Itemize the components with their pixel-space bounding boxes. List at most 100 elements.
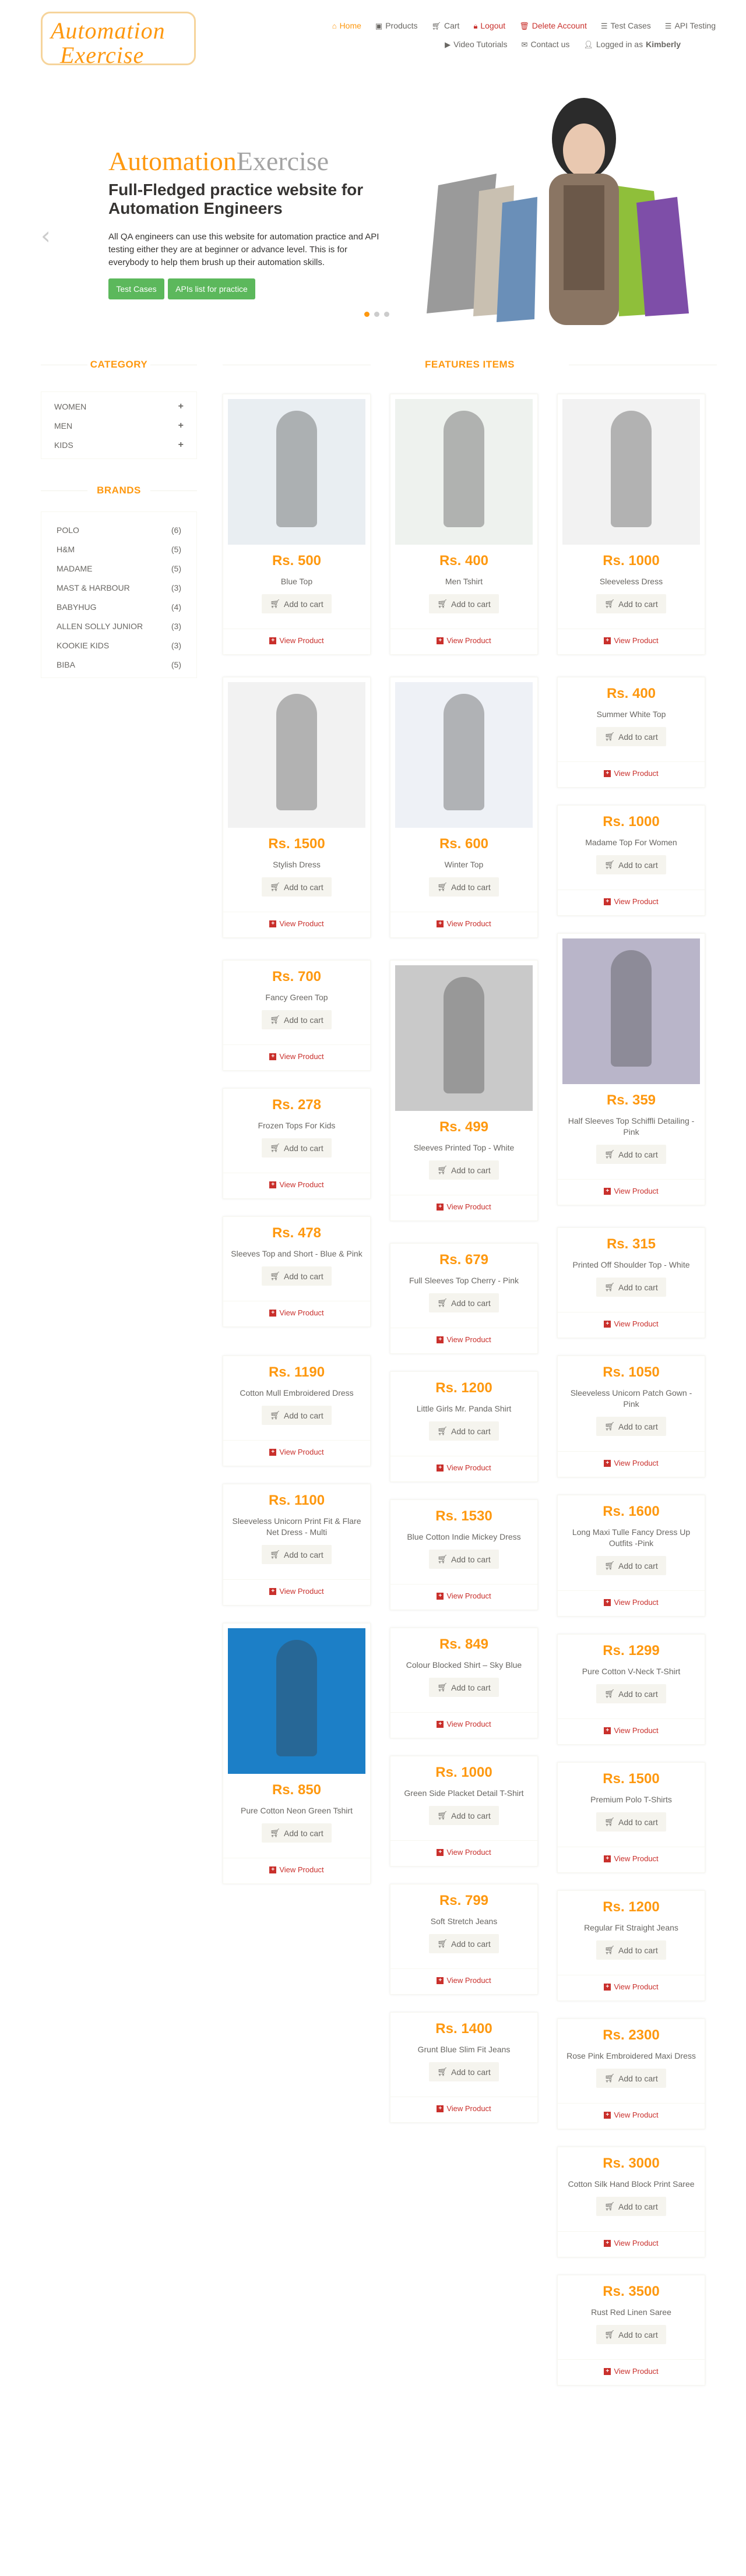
view-product-link[interactable]: + View Product [558, 1590, 705, 1616]
view-product-link[interactable]: + View Product [223, 1044, 370, 1070]
add-to-cart-button[interactable]: 🛒︎ Add to cart [262, 594, 332, 613]
add-to-cart-button[interactable]: 🛒︎ Add to cart [596, 1684, 666, 1703]
nav-test-cases[interactable]: ☰ Test Cases [594, 16, 658, 35]
slider-prev-icon[interactable]: ‹ [41, 221, 51, 250]
view-product-link[interactable]: + View Product [390, 1968, 537, 1994]
product-name: Long Maxi Tulle Fancy Dress Up Outfits -… [572, 1527, 691, 1548]
slider-dot[interactable] [364, 312, 370, 317]
nav-delete-account[interactable]: 🗑︎ Delete Account [512, 16, 594, 35]
add-to-cart-button[interactable]: 🛒︎ Add to cart [429, 1934, 499, 1953]
view-product-link[interactable]: + View Product [558, 629, 705, 654]
add-to-cart-button[interactable]: 🛒︎ Add to cart [429, 2062, 499, 2081]
view-product-link[interactable]: + View Product [223, 912, 370, 937]
add-to-cart-button[interactable]: 🛒︎ Add to cart [429, 877, 499, 897]
test-cases-button[interactable]: Test Cases [108, 278, 164, 299]
nav-api-testing[interactable]: ☰ API Testing [658, 16, 723, 35]
add-to-cart-button[interactable]: 🛒︎ Add to cart [429, 1678, 499, 1697]
add-to-cart-button[interactable]: 🛒︎ Add to cart [262, 877, 332, 897]
view-product-link[interactable]: + View Product [223, 1858, 370, 1883]
view-product-link[interactable]: + View Product [558, 2231, 705, 2257]
category-item-kids[interactable]: Kids + [41, 435, 196, 454]
nav-contact-us[interactable]: ✉ Contact us [515, 35, 577, 54]
apis-list-button[interactable]: APIs list for practice [168, 278, 255, 299]
brand-item[interactable]: Biba (5) [41, 655, 196, 674]
cart-icon: 🛒︎ [437, 1165, 448, 1174]
add-to-cart-button[interactable]: 🛒︎ Add to cart [596, 1417, 666, 1436]
brand-item[interactable]: Polo (6) [41, 520, 196, 539]
cart-icon: 🛒︎ [604, 1945, 615, 1954]
view-product-link[interactable]: + View Product [558, 761, 705, 787]
view-product-link[interactable]: + View Product [558, 1718, 705, 1744]
view-product-link[interactable]: + View Product [390, 1456, 537, 1481]
nav-products[interactable]: ▣ Products [368, 16, 425, 35]
view-product-link[interactable]: + View Product [558, 890, 705, 915]
brand-item[interactable]: Madame (5) [41, 559, 196, 578]
add-to-cart-button[interactable]: 🛒︎ Add to cart [262, 1406, 332, 1425]
view-product-link[interactable]: + View Product [390, 1195, 537, 1220]
nav-video-tutorials[interactable]: ▶ Video Tutorials [438, 35, 514, 54]
cart-icon: 🛒︎ [270, 1015, 281, 1024]
add-to-cart-button[interactable]: 🛒︎ Add to cart [429, 1293, 499, 1312]
slider-dot[interactable] [384, 312, 389, 317]
view-product-link[interactable]: + View Product [390, 1584, 537, 1610]
category-item-men[interactable]: Men + [41, 416, 196, 435]
add-to-cart-button[interactable]: 🛒︎ Add to cart [596, 1812, 666, 1832]
product-price: Rs. 1190 [268, 1364, 325, 1380]
view-product-link[interactable]: + View Product [223, 1301, 370, 1326]
add-to-cart-button[interactable]: 🛒︎ Add to cart [262, 1823, 332, 1843]
view-product-link[interactable]: + View Product [390, 1328, 537, 1353]
brand-name: Babyhug [57, 602, 97, 612]
brand-item[interactable]: Babyhug (4) [41, 597, 196, 616]
add-to-cart-button[interactable]: 🛒︎ Add to cart [596, 1145, 666, 1164]
add-to-cart-button[interactable]: 🛒︎ Add to cart [429, 1160, 499, 1180]
view-product-link[interactable]: + View Product [558, 1179, 705, 1205]
add-to-cart-button[interactable]: 🛒︎ Add to cart [596, 2325, 666, 2344]
view-product-link[interactable]: + View Product [390, 1840, 537, 1866]
product-name: Winter Top [444, 860, 484, 869]
add-to-cart-button[interactable]: 🛒︎ Add to cart [596, 2069, 666, 2088]
view-product-link[interactable]: + View Product [558, 2103, 705, 2129]
view-product-link[interactable]: + View Product [223, 629, 370, 654]
add-to-cart-button[interactable]: 🛒︎ Add to cart [596, 1940, 666, 1960]
view-product-link[interactable]: + View Product [390, 2097, 537, 2122]
add-to-cart-button[interactable]: 🛒︎ Add to cart [262, 1010, 332, 1029]
view-product-link[interactable]: + View Product [558, 1312, 705, 1338]
view-product-link[interactable]: + View Product [390, 1712, 537, 1738]
view-product-link[interactable]: + View Product [223, 1440, 370, 1466]
add-to-cart-button[interactable]: 🛒︎ Add to cart [596, 594, 666, 613]
view-product-link[interactable]: + View Product [223, 1579, 370, 1605]
plus-square-icon: + [604, 1855, 611, 1862]
add-to-cart-button[interactable]: 🛒︎ Add to cart [262, 1545, 332, 1564]
add-to-cart-button[interactable]: 🛒︎ Add to cart [429, 1421, 499, 1441]
nav-cart[interactable]: 🛒︎ Cart [424, 16, 466, 35]
site-logo[interactable]: Automation Exercise [41, 12, 196, 68]
add-to-cart-button[interactable]: 🛒︎ Add to cart [596, 1556, 666, 1575]
brand-item[interactable]: H&M (5) [41, 539, 196, 559]
add-to-cart-button[interactable]: 🛒︎ Add to cart [596, 855, 666, 874]
add-to-cart-button[interactable]: 🛒︎ Add to cart [596, 1278, 666, 1297]
view-product-link[interactable]: + View Product [558, 1847, 705, 1872]
add-to-cart-button[interactable]: 🛒︎ Add to cart [262, 1266, 332, 1286]
view-product-link[interactable]: + View Product [558, 2359, 705, 2385]
brand-item[interactable]: Kookie Kids (3) [41, 636, 196, 655]
nav-home[interactable]: ⌂ Home [325, 16, 368, 35]
add-to-cart-button[interactable]: 🛒︎ Add to cart [429, 1550, 499, 1569]
cart-icon: 🛒︎ [604, 1561, 615, 1570]
add-to-cart-button[interactable]: 🛒︎ Add to cart [596, 2197, 666, 2216]
add-to-cart-button[interactable]: 🛒︎ Add to cart [596, 727, 666, 746]
plus-square-icon: + [604, 637, 611, 644]
view-product-link[interactable]: + View Product [390, 629, 537, 654]
plus-square-icon: + [604, 1320, 611, 1328]
brand-item[interactable]: Allen Solly Junior (3) [41, 616, 196, 636]
add-to-cart-button[interactable]: 🛒︎ Add to cart [429, 594, 499, 613]
category-item-women[interactable]: Women + [41, 397, 196, 416]
view-product-link[interactable]: + View Product [223, 1173, 370, 1198]
add-to-cart-button[interactable]: 🛒︎ Add to cart [429, 1806, 499, 1825]
view-product-link[interactable]: + View Product [558, 1975, 705, 2000]
brand-item[interactable]: Mast & Harbour (3) [41, 578, 196, 597]
view-product-link[interactable]: + View Product [558, 1451, 705, 1477]
view-product-link[interactable]: + View Product [390, 912, 537, 937]
add-to-cart-button[interactable]: 🛒︎ Add to cart [262, 1138, 332, 1158]
nav-logout[interactable]: 🔒︎ Logout [466, 16, 512, 35]
slider-dot[interactable] [374, 312, 379, 317]
